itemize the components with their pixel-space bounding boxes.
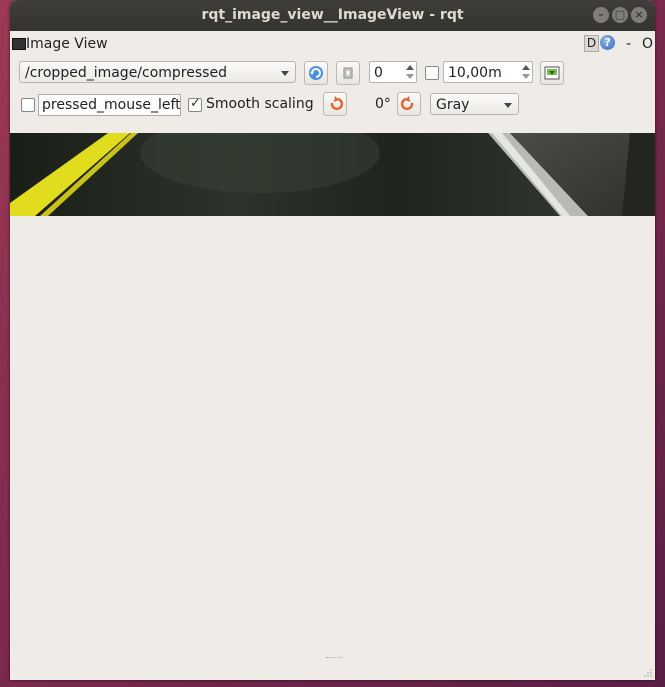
- save-image-button[interactable]: [540, 61, 564, 85]
- refresh-topics-button[interactable]: [304, 61, 328, 85]
- splitter-handle[interactable]: [326, 657, 342, 660]
- topic-select[interactable]: /cropped_image/compressed: [19, 61, 296, 83]
- refresh-icon: [309, 66, 323, 80]
- spin-up-icon[interactable]: [522, 65, 530, 70]
- window-title: rqt_image_view__ImageView - rqt: [201, 7, 464, 23]
- chevron-down-icon: [504, 103, 512, 108]
- plugin-header: Image View D ? - O: [10, 34, 655, 54]
- dynamic-range-checkbox[interactable]: [425, 66, 439, 80]
- spin-down-icon[interactable]: [522, 74, 530, 79]
- plugin-title: Image View: [26, 36, 108, 52]
- minimize-icon[interactable]: –: [593, 7, 609, 23]
- rotate-left-button[interactable]: [323, 92, 347, 116]
- colormap-select[interactable]: Gray: [430, 93, 519, 115]
- smooth-scaling-label: Smooth scaling: [206, 96, 314, 112]
- rotation-angle: 0°: [375, 96, 391, 112]
- maximize-icon[interactable]: □: [612, 7, 628, 23]
- title-bar[interactable]: rqt_image_view__ImageView - rqt – □ ×: [10, 0, 655, 31]
- mouse-publish-checkbox[interactable]: [21, 98, 35, 112]
- check-icon: ✓: [190, 96, 201, 111]
- rotate-right-icon: [400, 96, 414, 111]
- spin-up-icon[interactable]: [406, 65, 414, 70]
- dock-button[interactable]: D: [584, 35, 599, 52]
- rqt-window: rqt_image_view__ImageView - rqt – □ × Im…: [10, 0, 655, 680]
- rotate-right-button[interactable]: [397, 92, 421, 116]
- help-icon[interactable]: ?: [600, 35, 615, 50]
- rotate-left-icon: [330, 96, 344, 111]
- camera-image: [10, 133, 655, 216]
- zoom-fit-button[interactable]: [336, 61, 360, 85]
- spin-down-icon[interactable]: [406, 74, 414, 79]
- mouse-topic-value: pressed_mouse_left: [42, 97, 181, 113]
- zoom-spinbox[interactable]: 0: [369, 61, 417, 83]
- max-range-value: 10,00m: [448, 65, 502, 81]
- zoom-value: 0: [374, 65, 383, 81]
- image-display[interactable]: [10, 133, 655, 216]
- close-icon[interactable]: ×: [631, 7, 647, 23]
- resize-grip-icon[interactable]: [644, 669, 652, 677]
- max-range-spinbox[interactable]: 10,00m: [443, 61, 533, 83]
- smooth-scaling-checkbox[interactable]: ✓: [188, 96, 202, 112]
- save-image-icon: [544, 66, 560, 80]
- image-view-icon: [12, 38, 26, 50]
- minimize-plugin-button[interactable]: -: [626, 36, 631, 52]
- mouse-topic-field[interactable]: pressed_mouse_left: [38, 94, 181, 116]
- colormap-value: Gray: [436, 97, 470, 113]
- zoom-fit-icon: [343, 67, 353, 79]
- topic-select-value: /cropped_image/compressed: [25, 65, 227, 81]
- close-plugin-button[interactable]: O: [642, 36, 653, 52]
- chevron-down-icon: [281, 71, 289, 76]
